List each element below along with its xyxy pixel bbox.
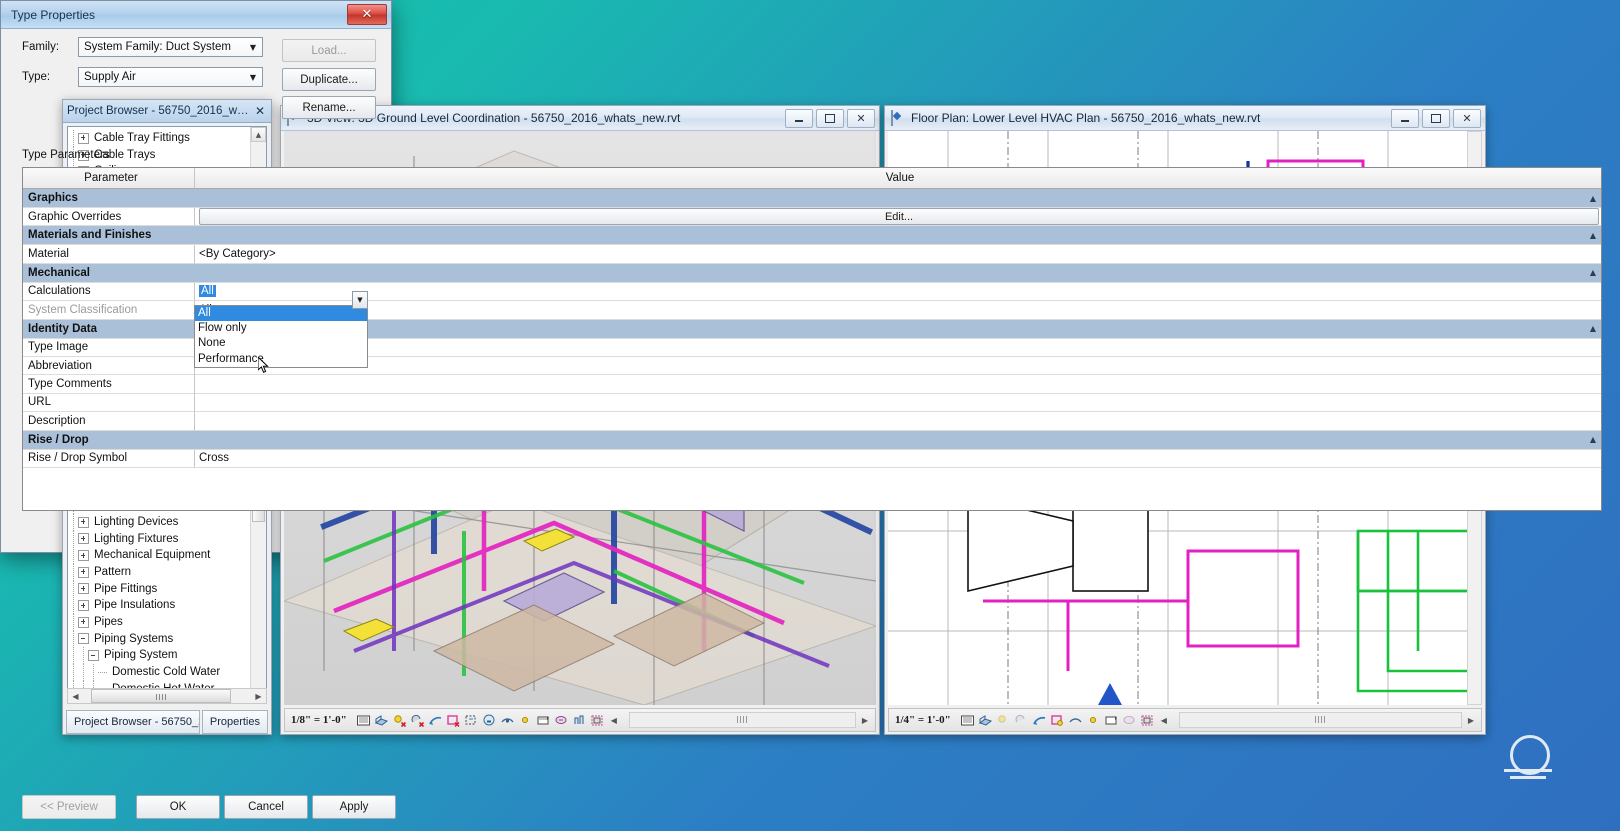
header-value: Value: [195, 168, 1601, 189]
family-label: Family:: [22, 41, 60, 53]
selected-value-text: All: [199, 285, 216, 298]
grid-row[interactable]: Description: [23, 412, 1601, 431]
family-row: Family: System Family: Duct System ▼: [22, 37, 1620, 57]
parameter-name: Description: [23, 412, 195, 431]
preview-button[interactable]: << Preview: [22, 795, 116, 819]
dialog-body: Family: System Family: Duct System ▼ Typ…: [0, 27, 1620, 831]
type-row: Type: Supply Air ▼: [22, 67, 1620, 87]
parameter-name: Calculations: [23, 282, 195, 302]
parameter-value[interactable]: [195, 412, 1601, 431]
header-parameter: Parameter: [23, 168, 195, 189]
parameter-name: Graphic Overrides: [23, 208, 195, 227]
parameter-name: Type Image: [23, 338, 195, 357]
type-value: Supply Air: [84, 71, 136, 83]
grid-row[interactable]: Rise / Drop Symbol Cross: [23, 449, 1601, 468]
section-label: Rise / Drop: [23, 431, 195, 450]
grid-section-row[interactable]: Rise / Drop ▲: [23, 430, 1601, 450]
system-classification-dropdown[interactable]: All Flow only None Performance: [194, 305, 368, 368]
chevron-down-icon[interactable]: ▼: [244, 73, 262, 82]
parameter-value[interactable]: [195, 356, 1601, 376]
section-label: Materials and Finishes: [23, 226, 195, 246]
type-properties-dialog: Type Properties ✕ Family: System Family:…: [0, 0, 1602, 819]
cancel-button[interactable]: Cancel: [224, 795, 308, 819]
section-collapse-icon[interactable]: ▲: [195, 264, 1601, 283]
section-collapse-icon[interactable]: ▲: [195, 226, 1601, 246]
grid-row[interactable]: Calculations All: [23, 282, 1601, 302]
grid-row[interactable]: Graphic Overrides Edit...: [23, 208, 1601, 227]
dialog-button-row: << Preview OK Cancel Apply: [0, 795, 1620, 819]
grid-row[interactable]: Material <By Category>: [23, 245, 1601, 264]
parameter-value[interactable]: Edit...: [195, 208, 1601, 227]
parameter-name: Rise / Drop Symbol: [23, 449, 195, 468]
parameter-value[interactable]: All: [195, 301, 1601, 320]
grid-header-row: Parameter Value: [23, 168, 1601, 189]
duplicate-button[interactable]: Duplicate...: [282, 68, 376, 91]
dropdown-option[interactable]: All: [195, 306, 367, 322]
dropdown-option[interactable]: Performance: [195, 352, 367, 367]
grid-row[interactable]: URL: [23, 393, 1601, 413]
parameter-name: System Classification: [23, 301, 195, 320]
load-button[interactable]: Load...: [282, 39, 376, 62]
parameter-value[interactable]: [195, 375, 1601, 394]
apply-button[interactable]: Apply: [312, 795, 396, 819]
parameter-value[interactable]: All: [195, 282, 1601, 302]
parameter-value[interactable]: Cross: [195, 449, 1601, 468]
grid-section-row[interactable]: Materials and Finishes ▲: [23, 226, 1601, 246]
parameter-name: Abbreviation: [23, 356, 195, 376]
section-label: Identity Data: [23, 320, 195, 339]
parameter-value[interactable]: <By Category>: [195, 245, 1601, 264]
dropdown-option[interactable]: Flow only: [195, 321, 367, 336]
mouse-pointer: [258, 357, 269, 373]
type-label: Type:: [22, 71, 51, 83]
dropdown-option[interactable]: None: [195, 336, 367, 351]
parameter-name: URL: [23, 393, 195, 413]
grid-section-row[interactable]: Mechanical ▲: [23, 263, 1601, 283]
family-select[interactable]: System Family: Duct System ▼: [78, 37, 263, 57]
grid-row[interactable]: Type Comments: [23, 375, 1601, 394]
section-collapse-icon[interactable]: ▲: [195, 431, 1601, 450]
dialog-title: Type Properties: [11, 7, 96, 22]
section-collapse-icon[interactable]: ▲: [195, 320, 1601, 339]
parameter-value[interactable]: [195, 393, 1601, 413]
dialog-titlebar: Type Properties ✕: [1, 1, 391, 29]
section-collapse-icon[interactable]: ▲: [195, 189, 1601, 208]
parameter-value[interactable]: [195, 338, 1601, 357]
parameter-name: Type Comments: [23, 375, 195, 394]
close-icon[interactable]: ✕: [347, 4, 387, 25]
section-label: Mechanical: [23, 264, 195, 283]
section-label: Graphics: [23, 189, 195, 208]
grid-section-row[interactable]: Graphics ▲: [23, 189, 1601, 208]
type-select[interactable]: Supply Air ▼: [78, 67, 263, 87]
chevron-down-icon[interactable]: ▼: [244, 43, 262, 52]
dropdown-toggle-icon[interactable]: ▼: [352, 291, 368, 309]
type-parameters-label: Type Parameters: [22, 149, 110, 161]
rename-button[interactable]: Rename...: [282, 96, 376, 119]
edit-button[interactable]: Edit...: [199, 208, 1599, 226]
ok-button[interactable]: OK: [136, 795, 220, 819]
family-value: System Family: Duct System: [84, 41, 231, 53]
parameter-name: Material: [23, 245, 195, 264]
